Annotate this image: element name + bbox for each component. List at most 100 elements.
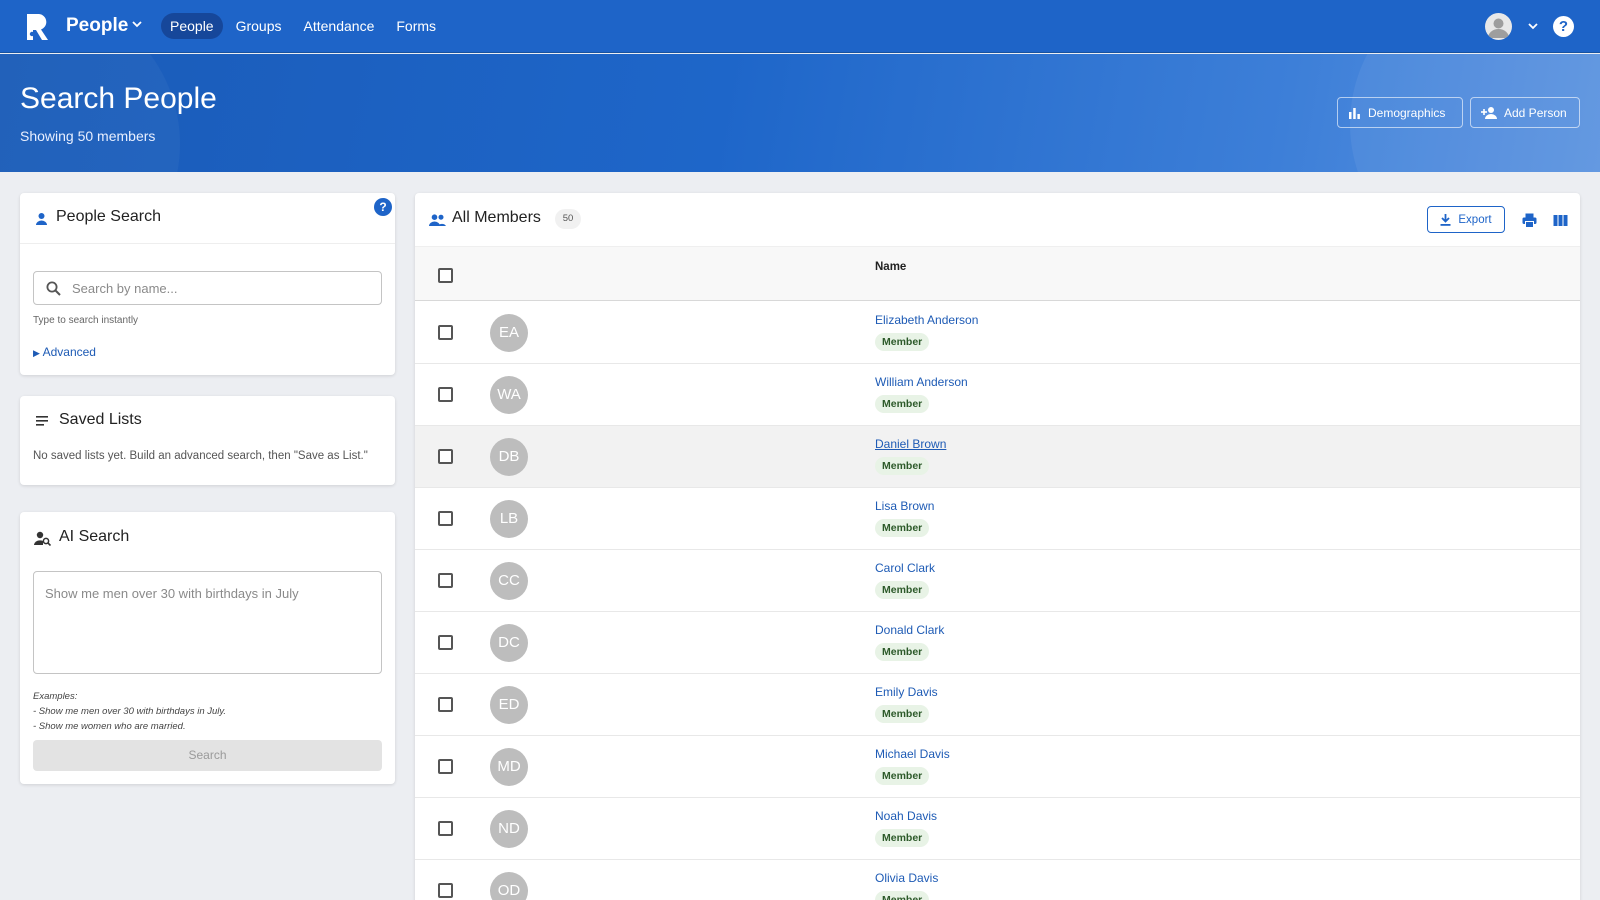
table-row[interactable]: DB Daniel Brown Member — [415, 426, 1580, 488]
user-icon — [1488, 18, 1509, 38]
status-badge: Member — [875, 581, 930, 599]
person-name-link[interactable]: Donald Clark — [875, 623, 944, 637]
help-icon[interactable]: ? — [374, 198, 392, 216]
row-checkbox[interactable] — [438, 511, 453, 526]
table-row[interactable]: WA William Anderson Member — [415, 364, 1580, 426]
user-menu-chevron-icon[interactable] — [1527, 20, 1539, 32]
add-person-icon — [1481, 107, 1497, 119]
table-row[interactable]: MD Michael Davis Member — [415, 736, 1580, 798]
export-label: Export — [1458, 213, 1492, 226]
saved-lists-empty-text: No saved lists yet. Build an advanced se… — [33, 450, 368, 462]
person-name-link[interactable]: Noah Davis — [875, 809, 937, 823]
column-header-name[interactable]: Name — [875, 261, 906, 273]
row-checkbox[interactable] — [438, 697, 453, 712]
add-person-button[interactable]: Add Person — [1470, 97, 1580, 128]
columns-icon[interactable] — [1553, 213, 1568, 228]
avatar: LB — [490, 500, 528, 538]
search-hint: Type to search instantly — [33, 315, 139, 326]
row-checkbox[interactable] — [438, 635, 453, 650]
demographics-button[interactable]: Demographics — [1337, 97, 1463, 128]
row-checkbox[interactable] — [438, 387, 453, 402]
table-row[interactable]: ED Emily Davis Member — [415, 674, 1580, 736]
status-badge: Member — [875, 519, 930, 537]
nav-attendance[interactable]: Attendance — [295, 13, 384, 39]
table-row[interactable]: LB Lisa Brown Member — [415, 488, 1580, 550]
row-checkbox[interactable] — [438, 759, 453, 774]
row-checkbox[interactable] — [438, 573, 453, 588]
print-icon[interactable] — [1522, 213, 1537, 228]
demographics-label: Demographics — [1368, 105, 1446, 120]
avatar: DB — [490, 438, 528, 476]
user-avatar[interactable] — [1485, 13, 1512, 40]
person-name-link[interactable]: Daniel Brown — [875, 437, 946, 451]
app-name[interactable]: People — [66, 15, 128, 37]
person-name-link[interactable]: Olivia Davis — [875, 871, 938, 885]
ai-search-title: AI Search — [59, 528, 130, 545]
nav-people[interactable]: People — [161, 13, 223, 39]
members-title: All Members — [452, 209, 541, 226]
status-badge: Member — [875, 643, 930, 661]
status-badge: Member — [875, 829, 930, 847]
table-header: Name — [415, 246, 1580, 301]
avatar: DC — [490, 624, 528, 662]
search-input[interactable] — [33, 271, 382, 305]
row-checkbox[interactable] — [438, 821, 453, 836]
chevron-down-icon[interactable] — [131, 18, 143, 30]
table-row[interactable]: CC Carol Clark Member — [415, 550, 1580, 612]
members-panel: All Members 50 Export Name EA Elizabeth … — [415, 193, 1580, 900]
download-icon — [1440, 213, 1451, 226]
example-item: - Show me women who are married. — [33, 721, 186, 732]
table-row[interactable]: OD Olivia Davis Member — [415, 860, 1580, 900]
group-icon — [429, 214, 446, 226]
ai-search-card: AI Search Examples: - Show me men over 3… — [20, 512, 395, 784]
saved-lists-title: Saved Lists — [59, 411, 142, 428]
person-name-link[interactable]: Lisa Brown — [875, 499, 934, 513]
export-button[interactable]: Export — [1427, 206, 1505, 233]
person-name-link[interactable]: Emily Davis — [875, 685, 938, 699]
people-search-card: People Search ? Type to search instantly… — [20, 193, 395, 375]
ai-search-examples: Examples: - Show me men over 30 with bir… — [33, 689, 226, 734]
members-count-badge: 50 — [555, 209, 581, 229]
bar-chart-icon — [1349, 108, 1360, 119]
row-checkbox[interactable] — [438, 883, 453, 898]
help-icon[interactable]: ? — [1553, 16, 1574, 37]
status-badge: Member — [875, 891, 930, 900]
saved-lists-card: Saved Lists No saved lists yet. Build an… — [20, 396, 395, 485]
add-person-label: Add Person — [1504, 105, 1567, 120]
person-name-link[interactable]: Carol Clark — [875, 561, 935, 575]
nav-groups[interactable]: Groups — [227, 13, 291, 39]
nav-forms[interactable]: Forms — [387, 13, 445, 39]
people-search-title: People Search — [56, 208, 161, 225]
page-title: Search People — [20, 82, 217, 115]
advanced-label: Advanced — [42, 345, 96, 359]
row-checkbox[interactable] — [438, 449, 453, 464]
person-name-link[interactable]: Michael Davis — [875, 747, 950, 761]
status-badge: Member — [875, 333, 930, 351]
search-icon — [46, 281, 61, 296]
main-nav: People Groups Attendance Forms — [161, 13, 445, 39]
members-table-body: EA Elizabeth Anderson Member WA William … — [415, 302, 1580, 900]
avatar: CC — [490, 562, 528, 600]
avatar: OD — [490, 872, 528, 900]
person-name-link[interactable]: William Anderson — [875, 375, 968, 389]
example-item: - Show me men over 30 with birthdays in … — [33, 706, 227, 717]
avatar: ED — [490, 686, 528, 724]
page-subtitle: Showing 50 members — [20, 128, 156, 144]
divider — [20, 243, 395, 244]
ai-search-input[interactable] — [33, 571, 382, 674]
ai-search-button[interactable]: Search — [33, 740, 382, 771]
row-checkbox[interactable] — [438, 325, 453, 340]
avatar: MD — [490, 748, 528, 786]
advanced-toggle[interactable]: ▶ Advanced — [33, 345, 96, 359]
table-row[interactable]: DC Donald Clark Member — [415, 612, 1580, 674]
person-name-link[interactable]: Elizabeth Anderson — [875, 313, 978, 327]
table-row[interactable]: ND Noah Davis Member — [415, 798, 1580, 860]
status-badge: Member — [875, 457, 930, 475]
avatar: WA — [490, 376, 528, 414]
select-all-checkbox[interactable] — [438, 268, 453, 283]
top-nav-bar: People People Groups Attendance Forms ? — [0, 0, 1600, 53]
person-icon — [36, 213, 47, 225]
table-row[interactable]: EA Elizabeth Anderson Member — [415, 302, 1580, 364]
app-logo-icon[interactable] — [24, 12, 54, 42]
avatar: ND — [490, 810, 528, 848]
